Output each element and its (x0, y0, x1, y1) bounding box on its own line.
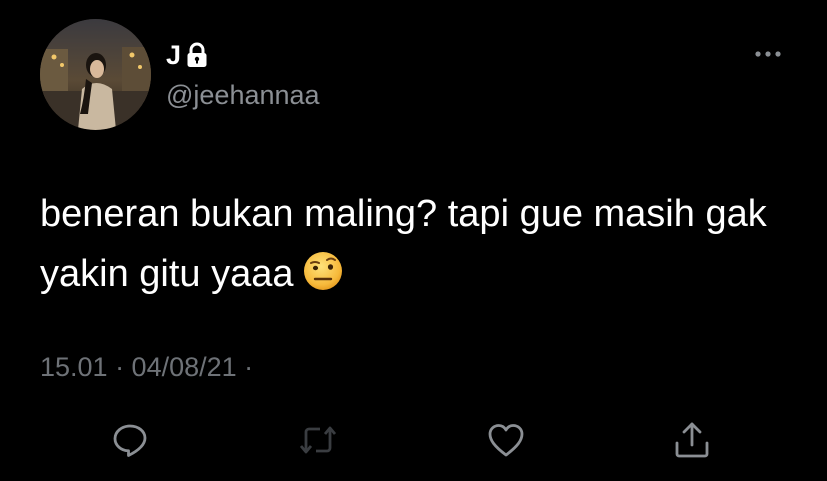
lock-icon (186, 42, 208, 68)
face-with-raised-eyebrow-emoji (302, 250, 344, 292)
display-name[interactable]: J (166, 40, 182, 71)
retweet-button[interactable] (294, 418, 342, 466)
share-button[interactable] (668, 418, 716, 466)
tweet-text: beneran bukan maling? tapi gue masih gak… (40, 184, 810, 304)
tweet-text-content: beneran bukan maling? tapi gue masih gak… (40, 193, 767, 295)
reply-icon (111, 421, 149, 464)
tweet-timestamp[interactable]: 15.01 · 04/08/21 · (40, 352, 253, 383)
user-handle[interactable]: @jeehannaa (166, 80, 320, 111)
tweet-actions (0, 418, 827, 470)
like-icon (486, 421, 526, 464)
name-row: J (166, 38, 208, 72)
avatar[interactable] (40, 19, 151, 130)
more-options-icon[interactable] (750, 46, 790, 62)
retweet-icon (298, 421, 338, 464)
share-icon (672, 420, 712, 465)
reply-button[interactable] (106, 418, 154, 466)
like-button[interactable] (482, 418, 530, 466)
